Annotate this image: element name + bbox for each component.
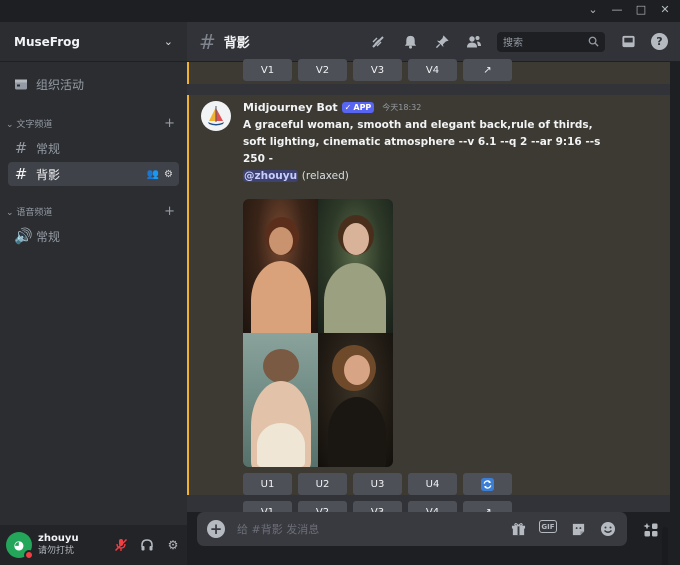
search-placeholder: 搜索 xyxy=(503,38,523,49)
v4-button[interactable]: V4 xyxy=(408,59,457,81)
upscale-buttons: U1 U2 U3 U4 xyxy=(243,473,512,495)
image-grid[interactable] xyxy=(243,199,393,467)
chevron-down-icon: ⌄ xyxy=(163,35,173,48)
events-label: 组织活动 xyxy=(36,77,85,92)
headphones-icon[interactable] xyxy=(139,537,155,553)
invite-icon[interactable]: 👥 xyxy=(147,169,159,180)
category-label: ⌄ 文字频道 xyxy=(6,119,53,130)
channel-title: 背影 xyxy=(223,36,250,51)
server-header[interactable]: MuseFrog ⌄ xyxy=(0,22,187,62)
hash-icon: # xyxy=(14,165,28,183)
minimize-button[interactable]: — xyxy=(610,3,624,17)
gift-icon[interactable] xyxy=(509,520,527,538)
gear-icon[interactable]: ⚙ xyxy=(164,169,173,180)
channel-actions: 👥 ⚙ xyxy=(147,169,173,180)
header-toolbar: 搜索 ? xyxy=(369,31,668,52)
user-panel: ◕ zhouyu 请勿打扰 ⚙ xyxy=(0,525,187,565)
gear-icon[interactable]: ⚙ xyxy=(165,537,181,553)
title-bar: ⌄ — □ ✕ xyxy=(0,0,680,22)
apps-icon[interactable] xyxy=(636,517,666,543)
message-content: A graceful woman, smooth and elegant bac… xyxy=(243,117,603,185)
username: zhouyu xyxy=(38,533,79,544)
reroll-icon[interactable] xyxy=(463,473,512,495)
open-external-icon[interactable]: ↗ xyxy=(463,59,512,81)
v3-button[interactable]: V3 xyxy=(353,59,402,81)
members-icon[interactable] xyxy=(465,33,483,51)
message-header: Midjourney Bot ✓ APP 今天18:32 xyxy=(243,101,421,114)
calendar-icon xyxy=(15,79,27,90)
channel-label: 背影 xyxy=(36,167,61,182)
generated-image-3[interactable] xyxy=(243,333,318,467)
threads-icon[interactable] xyxy=(369,33,387,51)
avatar[interactable]: ◕ xyxy=(6,532,34,560)
bot-avatar[interactable] xyxy=(201,101,231,131)
dnd-status-icon xyxy=(24,550,34,560)
pin-icon[interactable] xyxy=(433,33,451,51)
v1-button[interactable]: V1 xyxy=(243,59,292,81)
variation-buttons-prev: V1 V2 V3 V4 ↗ xyxy=(243,59,512,81)
bot-message: Midjourney Bot ✓ APP 今天18:32 A graceful … xyxy=(187,95,670,523)
bot-name[interactable]: Midjourney Bot xyxy=(243,101,338,114)
hash-icon: # xyxy=(14,139,28,157)
category-label: ⌄ 语音频道 xyxy=(6,207,53,218)
category-text-channels[interactable]: ⌄ 文字频道 + xyxy=(0,112,187,134)
u4-button[interactable]: U4 xyxy=(408,473,457,495)
window-controls: ⌄ — □ ✕ xyxy=(586,3,672,17)
generated-image-4[interactable] xyxy=(318,333,393,467)
user-mention[interactable]: @zhouyu xyxy=(243,170,299,182)
search-icon xyxy=(588,36,599,47)
help-icon[interactable]: ? xyxy=(651,33,668,50)
message-list: V1 V2 V3 V4 ↗ Midjourney Bot ✓ APP 今天18:… xyxy=(187,59,670,565)
add-channel-icon[interactable]: + xyxy=(164,116,175,131)
user-controls: ⚙ xyxy=(113,537,181,553)
message-input[interactable] xyxy=(237,522,477,536)
previous-message: V1 V2 V3 V4 ↗ xyxy=(187,59,670,84)
u2-button[interactable]: U2 xyxy=(298,473,347,495)
hash-icon: # xyxy=(199,29,216,54)
add-channel-icon[interactable]: + xyxy=(164,204,175,219)
check-icon: ✓ xyxy=(344,103,352,112)
message-composer: + GIF xyxy=(197,512,627,546)
u3-button[interactable]: U3 xyxy=(353,473,402,495)
mic-muted-icon[interactable] xyxy=(113,537,129,553)
channel-item-back[interactable]: # 背影 👥 ⚙ xyxy=(8,162,179,186)
add-attachment-icon[interactable]: + xyxy=(207,520,225,538)
speaker-icon: 🔊 xyxy=(14,227,33,245)
events-item[interactable]: 组织活动 xyxy=(8,70,179,98)
collapse-icon[interactable]: ⌄ xyxy=(586,3,600,17)
channel-header: # 背影 搜索 ? xyxy=(187,22,680,62)
channel-sidebar: MuseFrog ⌄ 组织活动 ⌄ 文字频道 + # 常规 # 背影 👥 ⚙ ⌄… xyxy=(0,22,187,565)
channel-label: 常规 xyxy=(36,141,61,156)
user-info[interactable]: zhouyu 请勿打扰 xyxy=(38,533,79,557)
user-status: 请勿打扰 xyxy=(38,546,75,556)
generated-image-2[interactable] xyxy=(318,199,393,333)
v2-button[interactable]: V2 xyxy=(298,59,347,81)
generated-image-1[interactable] xyxy=(243,199,318,333)
search-input[interactable]: 搜索 xyxy=(497,31,605,52)
channel-item-general[interactable]: # 常规 xyxy=(8,136,179,160)
composer-actions: GIF xyxy=(509,520,617,538)
inbox-icon[interactable] xyxy=(619,33,637,51)
server-name: MuseFrog xyxy=(14,34,80,49)
timestamp: 今天18:32 xyxy=(382,103,422,112)
emoji-icon[interactable] xyxy=(599,520,617,538)
u1-button[interactable]: U1 xyxy=(243,473,292,495)
sticker-icon[interactable] xyxy=(569,520,587,538)
maximize-button[interactable]: □ xyxy=(634,3,648,17)
gif-icon[interactable]: GIF xyxy=(539,520,557,533)
voice-channel-general[interactable]: 🔊 常规 xyxy=(8,224,179,248)
app-badge: ✓ APP xyxy=(341,102,375,113)
prompt-text: A graceful woman, smooth and elegant bac… xyxy=(243,119,601,165)
channel-label: 常规 xyxy=(36,229,61,244)
mode-label: (relaxed) xyxy=(301,170,349,182)
category-voice-channels[interactable]: ⌄ 语音频道 + xyxy=(0,200,187,222)
bell-icon[interactable] xyxy=(401,33,419,51)
close-button[interactable]: ✕ xyxy=(658,3,672,17)
